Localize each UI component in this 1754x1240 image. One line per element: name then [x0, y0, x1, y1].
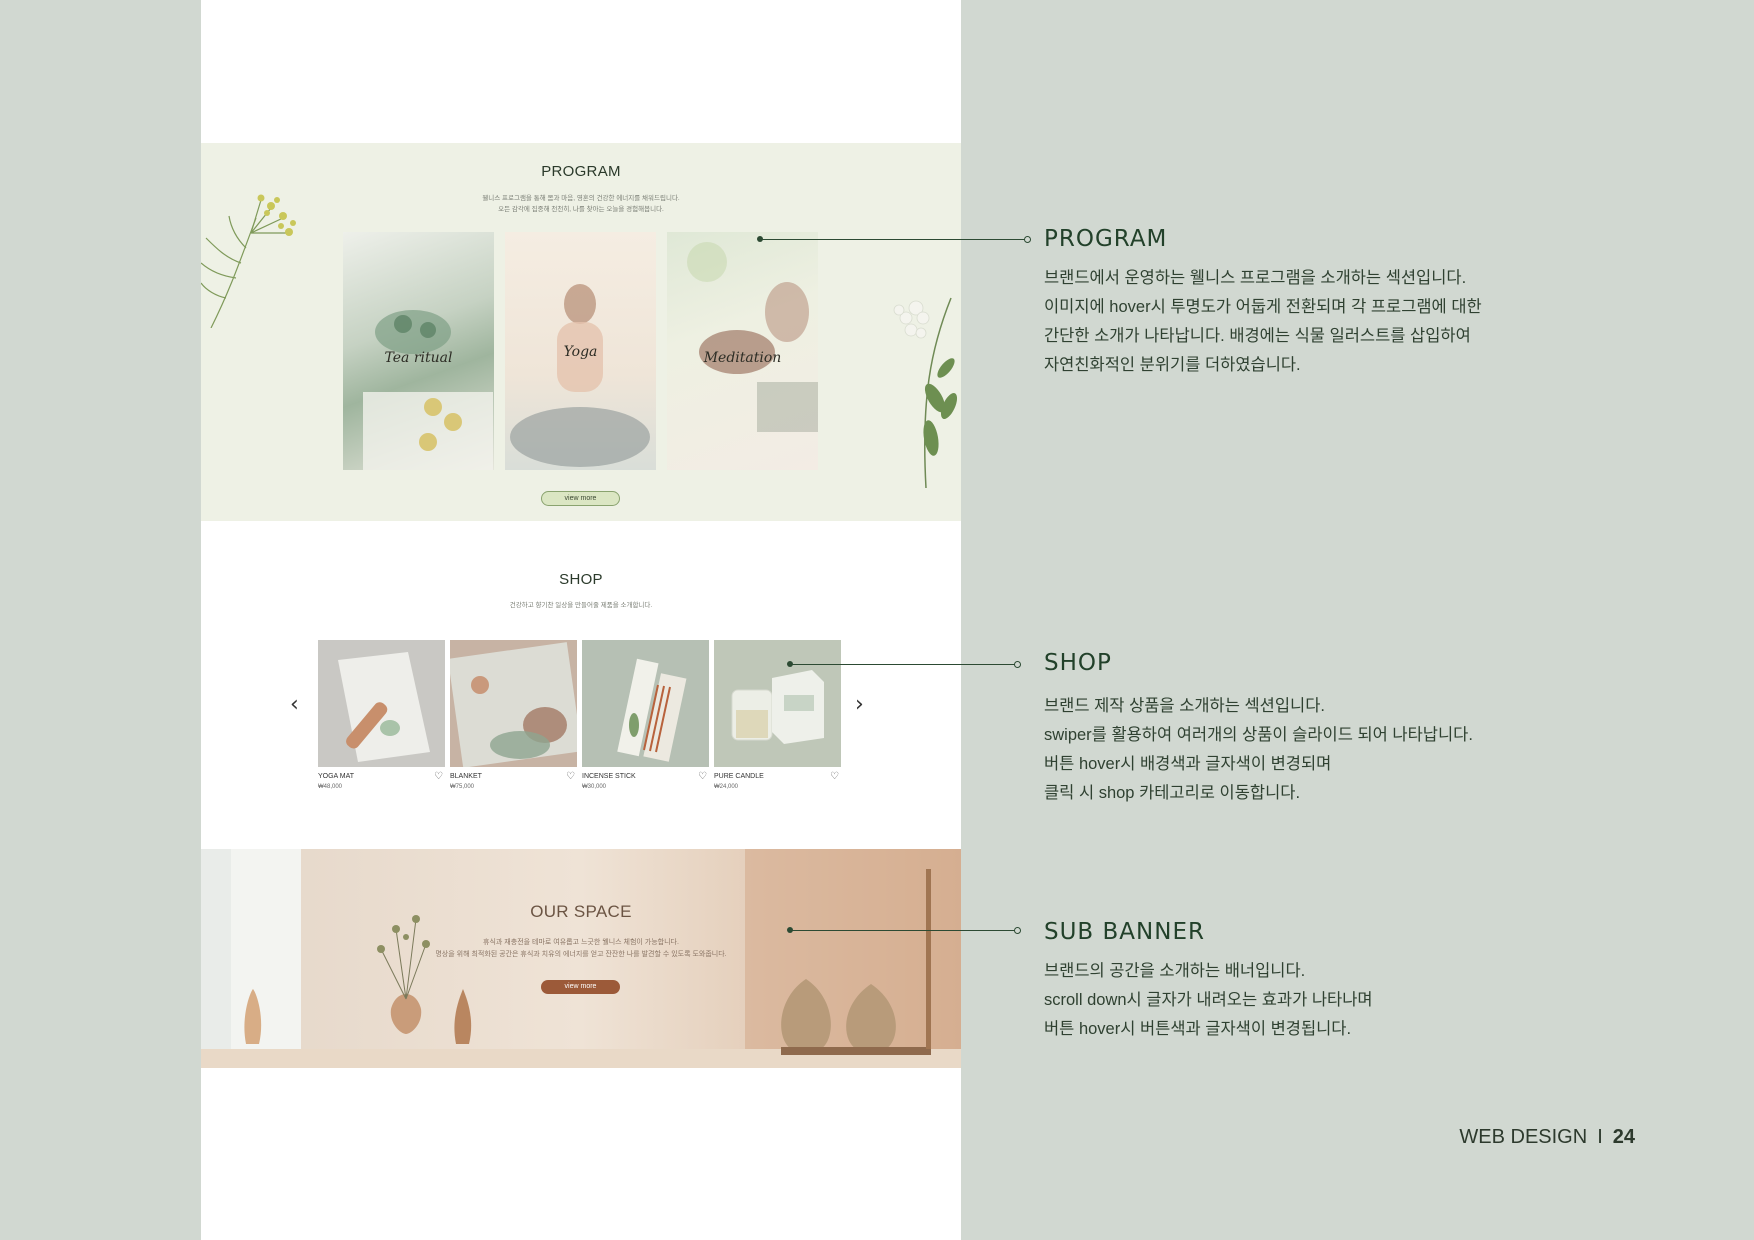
program-card-tea-ritual[interactable]: Tea ritual	[343, 232, 494, 470]
product-image[interactable]	[450, 640, 577, 767]
annotation-line: 간단한 소개가 나타납니다. 배경에는 식물 일러스트를 삽입하여	[1044, 327, 1471, 345]
pure-candle-photo	[731, 670, 824, 744]
yoga-mat-photo	[338, 652, 430, 762]
product-price: ₩48,000	[318, 784, 343, 790]
annotation-program-body: 브랜드에서 운영하는 웰니스 프로그램을 소개하는 섹션입니다. 이미지에 ho…	[1044, 264, 1604, 380]
product-price: ₩24,000	[714, 784, 739, 790]
product-name: YOGA MAT	[318, 773, 355, 780]
incense-stick-photo	[617, 658, 687, 762]
annotation-line: 브랜드 제작 상품을 소개하는 섹션입니다.	[1044, 697, 1325, 715]
annotation-shop-title: SHOP	[1044, 650, 1112, 676]
product-name: PURE CANDLE	[714, 773, 764, 780]
annotation-line: 버튼 hover시 배경색과 글자색이 변경되며	[1044, 755, 1332, 773]
heart-icon[interactable]: ♡	[566, 771, 575, 782]
product-card-blanket[interactable]: BLANKET ₩75,000 ♡	[450, 640, 577, 790]
flower-branch-illustration	[893, 297, 958, 488]
program-card-meditation[interactable]: Meditation	[667, 232, 818, 470]
page-number: 24	[1612, 1126, 1635, 1148]
product-card-pure-candle[interactable]: PURE CANDLE ₩24,000 ♡	[714, 640, 841, 790]
program-description-line-2: 오든 감각에 집중해 천천히, 나를 찾아는 오늘을 경험해봅니다.	[498, 206, 664, 213]
shop-description: 건강하고 향기찬 일상을 만들어줄 제품을 소개합니다.	[509, 602, 653, 609]
shop-title: SHOP	[559, 571, 603, 588]
program-card-yoga[interactable]: Yoga	[505, 232, 656, 470]
product-price: ₩30,000	[582, 784, 607, 790]
annotation-line: swiper를 활용하여 여러개의 상품이 슬라이드 되어 나타납니다.	[1044, 726, 1473, 744]
annotation-program-title: PROGRAM	[1044, 226, 1168, 252]
blanket-photo	[450, 642, 577, 767]
annotation-banner-body: 브랜드의 공간을 소개하는 배너입니다. scroll down시 글자가 내려…	[1044, 957, 1604, 1044]
program-view-more-button[interactable]: view more	[541, 491, 620, 506]
banner-connector-line	[790, 930, 1016, 931]
website-mockup: PROGRAM 웰니스 프로그램을 통해 몸과 마음, 영혼의 건강한 에너지를…	[201, 0, 961, 1240]
program-description-line-1: 웰니스 프로그램을 통해 몸과 마음, 영혼의 건강한 에너지를 채워드립니다.	[482, 195, 680, 202]
shop-connector-line	[790, 664, 1016, 665]
program-card-label: Meditation	[703, 350, 782, 366]
annotation-banner-title: SUB BANNER	[1044, 919, 1205, 945]
heart-icon[interactable]: ♡	[698, 771, 707, 782]
product-price: ₩75,000	[450, 784, 475, 790]
heart-icon[interactable]: ♡	[830, 771, 839, 782]
banner-title: OUR SPACE	[530, 902, 632, 921]
annotation-line: 브랜드에서 운영하는 웰니스 프로그램을 소개하는 섹션입니다.	[1044, 269, 1467, 287]
annotation-line: 버튼 hover시 버튼색과 글자색이 변경됩니다.	[1044, 1020, 1352, 1038]
program-connector-line	[760, 239, 1026, 240]
product-image[interactable]	[318, 640, 445, 767]
product-image[interactable]	[714, 640, 841, 767]
slider-prev-arrow-icon[interactable]: ‹	[290, 692, 299, 717]
footer-separator: I	[1597, 1126, 1603, 1148]
banner-description-line-1: 휴식과 재충전을 테마로 여유롭고 느긋한 웰니스 체험이 가능합니다.	[483, 939, 679, 946]
program-card-label: Yoga	[563, 344, 598, 360]
product-card-incense-stick[interactable]: INCENSE STICK ₩30,000 ♡	[582, 640, 709, 790]
annotation-line: 이미지에 hover시 투명도가 어둡게 전환되며 각 프로그램에 대한	[1044, 298, 1482, 316]
shop-connector-end-icon	[1014, 661, 1021, 668]
shop-section: SHOP 건강하고 향기찬 일상을 만들어줄 제품을 소개합니다. ‹ › YO…	[201, 521, 961, 849]
product-card-yoga-mat[interactable]: YOGA MAT ₩48,000 ♡	[318, 640, 445, 790]
slider-next-arrow-icon[interactable]: ›	[855, 692, 864, 717]
program-title: PROGRAM	[541, 163, 621, 180]
program-section: PROGRAM 웰니스 프로그램을 통해 몸과 마음, 영혼의 건강한 에너지를…	[201, 143, 961, 521]
annotation-line: scroll down시 글자가 내려오는 효과가 나타나며	[1044, 991, 1373, 1009]
heart-icon[interactable]: ♡	[434, 771, 443, 782]
annotation-line: 클릭 시 shop 카테고리로 이동합니다.	[1044, 784, 1301, 802]
banner-connector-end-icon	[1014, 927, 1021, 934]
annotation-shop-body: 브랜드 제작 상품을 소개하는 섹션입니다. swiper를 활용하여 여러개의…	[1044, 692, 1604, 808]
product-name: BLANKET	[450, 773, 482, 780]
annotation-line: 자연친화적인 분위기를 더하였습니다.	[1044, 356, 1301, 374]
footer-label: WEB DESIGN	[1459, 1126, 1588, 1148]
product-image[interactable]	[582, 640, 709, 767]
sub-banner-section: OUR SPACE 휴식과 재충전을 테마로 여유롭고 느긋한 웰니스 체험이 …	[201, 849, 961, 1068]
program-connector-end-icon	[1024, 236, 1031, 243]
annotation-line: 브랜드의 공간을 소개하는 배너입니다.	[1044, 962, 1306, 980]
product-name: INCENSE STICK	[582, 773, 636, 780]
banner-description-line-2: 명상을 위해 최적화된 공간은 휴식과 치유의 에너지를 얻고 잔잔한 나를 발…	[435, 951, 727, 958]
page-footer: WEB DESIGN I 24	[1459, 1126, 1635, 1149]
banner-view-more-button[interactable]: view more	[541, 980, 620, 994]
program-card-label: Tea ritual	[384, 350, 453, 366]
